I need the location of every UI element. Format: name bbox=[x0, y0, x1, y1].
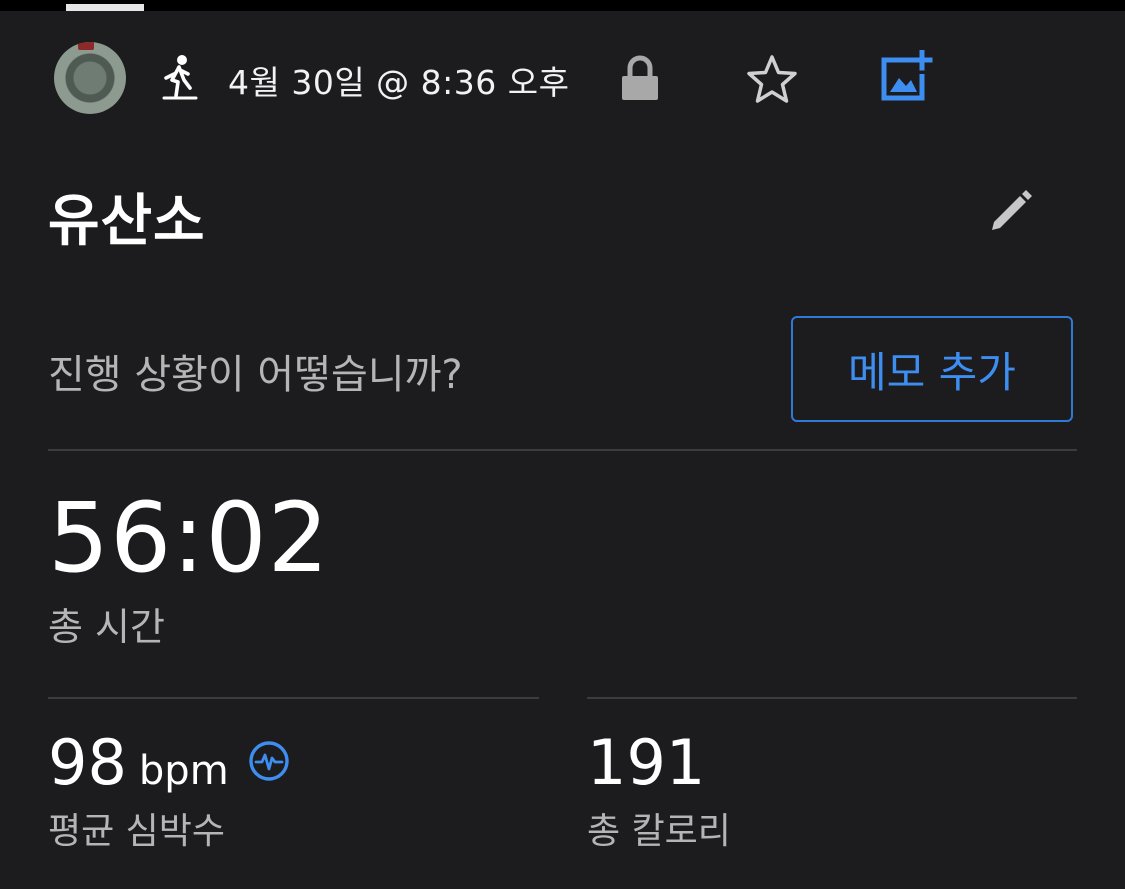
tab-indicator bbox=[66, 4, 144, 11]
total-calories-label: 총 칼로리 bbox=[587, 811, 731, 852]
activity-header: 4월 30일 @ 8:36 오후 bbox=[0, 40, 1125, 116]
activity-title: 유산소 bbox=[48, 189, 206, 254]
total-time-value: 56:02 bbox=[48, 482, 330, 594]
status-bar bbox=[0, 0, 1125, 11]
divider bbox=[587, 697, 1077, 699]
lock-icon[interactable] bbox=[620, 54, 660, 102]
add-photo-icon[interactable] bbox=[878, 50, 934, 102]
avg-heart-rate-label: 평균 심박수 bbox=[48, 811, 226, 852]
heart-rate-icon[interactable] bbox=[248, 740, 290, 782]
total-time-label: 총 시간 bbox=[48, 605, 165, 649]
walking-person-icon bbox=[162, 55, 198, 100]
avatar[interactable] bbox=[54, 42, 126, 114]
activity-datetime: 4월 30일 @ 8:36 오후 bbox=[228, 63, 570, 102]
add-memo-button[interactable]: 메모 추가 bbox=[791, 316, 1073, 422]
progress-prompt: 진행 상황이 어떻습니까? bbox=[48, 352, 463, 398]
divider bbox=[48, 697, 539, 699]
divider bbox=[48, 449, 1077, 451]
total-calories-value: 191 bbox=[587, 726, 706, 799]
avg-heart-rate-value: 98 bpm bbox=[48, 726, 229, 799]
star-icon[interactable] bbox=[746, 54, 798, 104]
heart-rate-unit: bpm bbox=[138, 748, 229, 794]
avg-heart-rate-number: 98 bbox=[48, 726, 127, 799]
pencil-icon[interactable] bbox=[988, 186, 1034, 232]
medal-ribbon bbox=[78, 42, 94, 50]
